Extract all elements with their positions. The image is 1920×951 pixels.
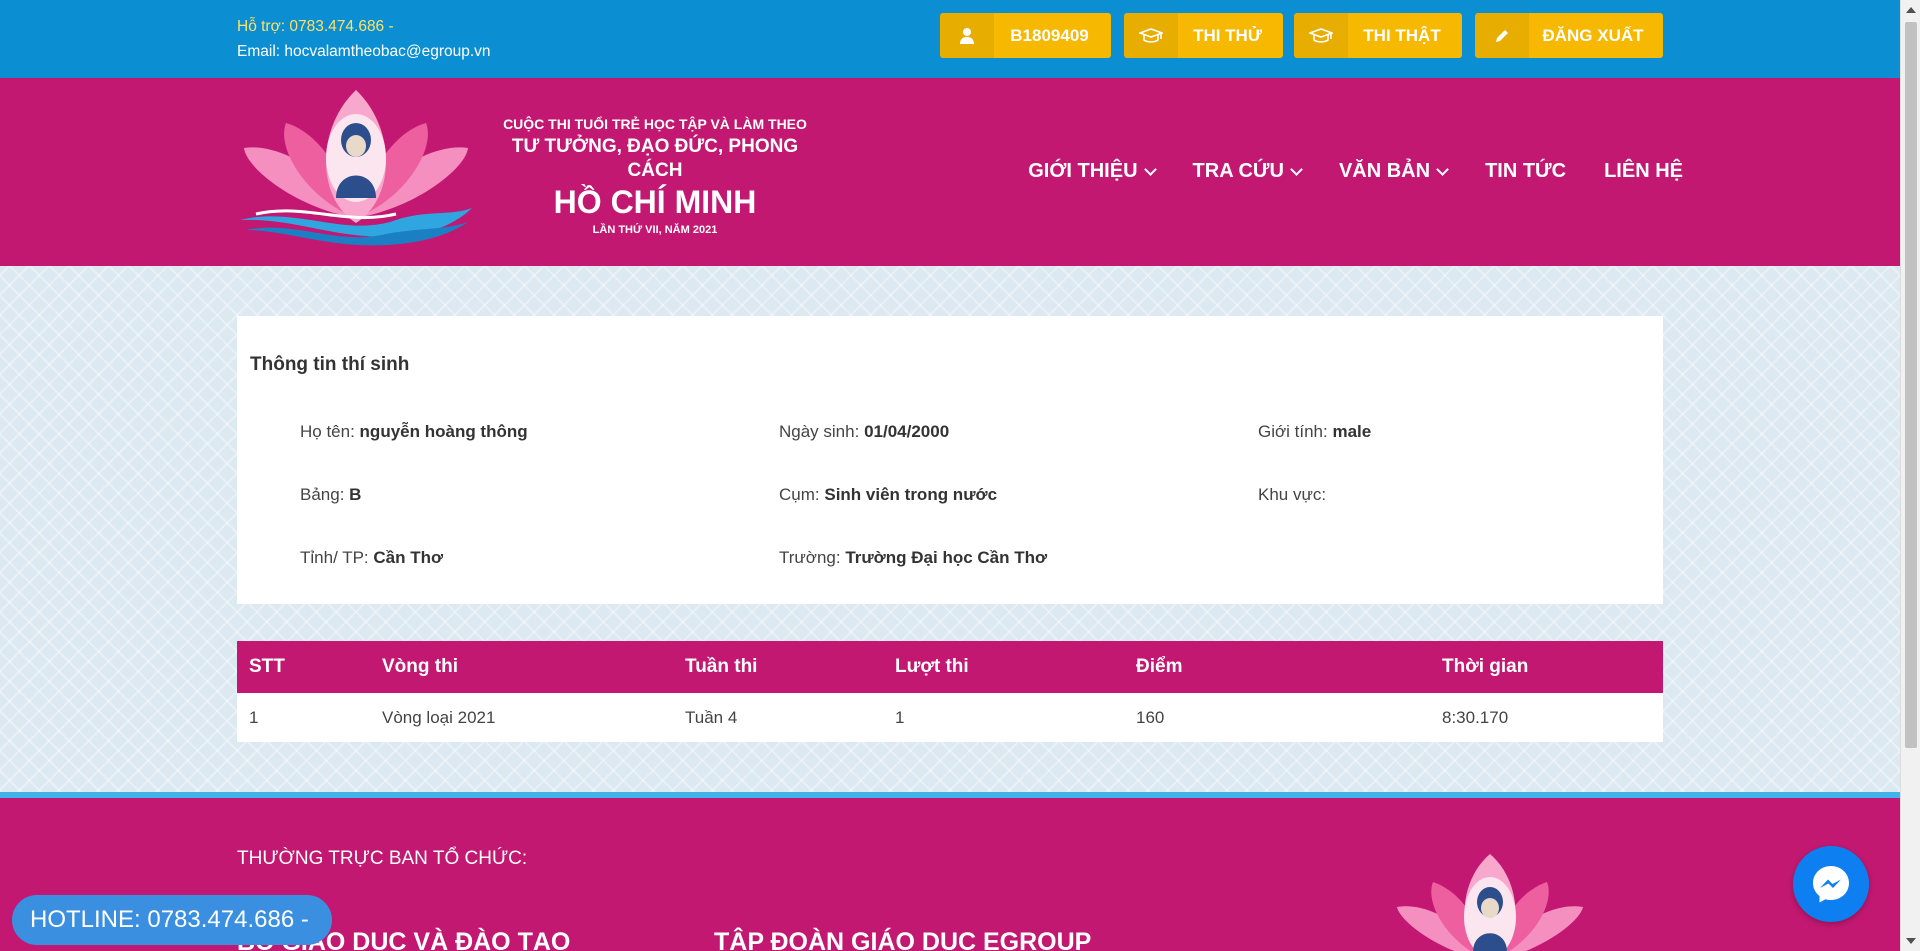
candidate-info-card: Thông tin thí sinh Họ tên: nguyễn hoàng … [237, 316, 1663, 604]
chevron-down-icon [1143, 162, 1157, 176]
contest-logo[interactable] [236, 88, 476, 248]
field-province-label: Tỉnh/ TP: [300, 548, 369, 567]
field-province: Tỉnh/ TP: Cần Thơ [300, 548, 443, 568]
graduation-cap-icon [1124, 13, 1178, 58]
table-row: 1 Vòng loại 2021 Tuần 4 1 160 8:30.170 [237, 693, 1663, 742]
table-cell: 8:30.170 [1442, 707, 1509, 727]
table-cell: 1 [895, 707, 905, 727]
nav-item-contact[interactable]: LIÊN HỆ [1604, 160, 1683, 183]
column-header: Vòng thi [382, 656, 458, 677]
real-exam-button[interactable]: THI THẬT [1294, 13, 1462, 58]
table-cell: 1 [249, 707, 259, 727]
column-header: Điểm [1136, 656, 1183, 677]
standing-committee-heading: THƯỜNG TRỰC BAN TỔ CHỨC: [237, 848, 528, 869]
table-cell: Tuần 4 [685, 707, 738, 727]
main-nav: GIỚI THIỆU TRA CỨU VĂN BẢN TIN TỨC LIÊN … [1028, 160, 1683, 183]
field-cluster-value: Sinh viên trong nước [824, 485, 998, 504]
organizer-egroup: TẬP ĐOÀN GIÁO DỤC EGROUP [714, 928, 1092, 951]
logout-button[interactable]: ĐĂNG XUẤT [1475, 13, 1663, 58]
scroll-down-arrow-icon[interactable] [1906, 938, 1916, 944]
contest-title: CUỘC THI TUỔI TRẺ HỌC TẬP VÀ LÀM THEO TƯ… [490, 115, 820, 237]
field-dob-label: Ngày sinh: [779, 422, 860, 441]
graduation-cap-icon [1294, 13, 1348, 58]
support-phone: Hỗ trợ: 0783.474.686 - [237, 18, 394, 35]
nav-item-news-label: TIN TỨC [1485, 160, 1567, 182]
field-cluster: Cụm: Sinh viên trong nước [779, 485, 997, 505]
nav-item-intro[interactable]: GIỚI THIỆU [1028, 160, 1157, 183]
messenger-button[interactable] [1793, 846, 1869, 922]
column-header: Thời gian [1442, 656, 1529, 677]
scrollbar-thumb[interactable] [1905, 22, 1917, 748]
field-school-value: Trường Đại học Cần Thơ [845, 548, 1048, 567]
nav-item-docs[interactable]: VĂN BẢN [1338, 160, 1449, 183]
field-name-value: nguyễn hoàng thông [359, 422, 528, 441]
support-email: Email: hocvalamtheobac@egroup.vn [237, 43, 491, 60]
field-school: Trường: Trường Đại học Cần Thơ [779, 548, 1047, 568]
table-cell: Vòng loại 2021 [382, 707, 496, 727]
messenger-icon [1813, 866, 1849, 903]
page-scrollbar[interactable] [1900, 0, 1920, 951]
real-exam-label: THI THẬT [1363, 25, 1441, 45]
field-board-label: Bảng: [300, 485, 345, 504]
scroll-up-arrow-icon[interactable] [1906, 7, 1916, 13]
nav-item-contact-label: LIÊN HỆ [1604, 160, 1683, 182]
chevron-down-icon [1436, 162, 1449, 176]
field-dob: Ngày sinh: 01/04/2000 [779, 422, 949, 442]
practice-exam-button[interactable]: THI THỬ [1124, 13, 1283, 58]
chevron-down-icon [1290, 162, 1303, 176]
field-gender-label: Giới tính: [1258, 422, 1328, 441]
pencil-icon [1475, 13, 1529, 58]
field-gender-value: male [1332, 422, 1372, 441]
field-cluster-label: Cụm: [779, 485, 820, 504]
title-line-3: HỒ CHÍ MINH [553, 184, 757, 220]
field-gender: Giới tính: male [1258, 422, 1371, 442]
table-header: STT Vòng thi Tuần thi Lượt thi Điểm Thời… [237, 641, 1663, 693]
candidate-info-heading: Thông tin thí sinh [250, 354, 410, 375]
field-school-label: Trường: [779, 548, 841, 567]
logout-label: ĐĂNG XUẤT [1542, 25, 1644, 45]
user-icon [940, 13, 994, 58]
practice-exam-label: THI THỬ [1193, 25, 1262, 45]
table-cell: 160 [1136, 707, 1165, 727]
field-region-label: Khu vực: [1258, 485, 1327, 504]
field-board: Bảng: B [300, 485, 361, 505]
column-header: Lượt thi [895, 656, 969, 677]
nav-item-news[interactable]: TIN TỨC [1485, 160, 1566, 183]
nav-item-lookup-label: TRA CỨU [1192, 160, 1284, 182]
hotline-button[interactable]: HOTLINE: 0783.474.686 - [12, 895, 332, 945]
footer-logo [1385, 852, 1595, 951]
column-header: STT [249, 656, 285, 677]
field-name: Họ tên: nguyễn hoàng thông [300, 422, 528, 442]
title-line-4: LẦN THỨ VII, NĂM 2021 [592, 224, 718, 236]
field-region: Khu vực: [1258, 485, 1326, 505]
user-button-label: B1809409 [1010, 25, 1089, 45]
results-table: STT Vòng thi Tuần thi Lượt thi Điểm Thời… [237, 641, 1663, 742]
field-board-value: B [349, 485, 362, 504]
support-info: Hỗ trợ: 0783.474.686 - Email: hocvalamth… [237, 14, 491, 64]
field-dob-value: 01/04/2000 [864, 422, 950, 441]
column-header: Tuần thi [685, 656, 758, 677]
nav-item-lookup[interactable]: TRA CỨU [1192, 160, 1303, 183]
nav-item-docs-label: VĂN BẢN [1338, 160, 1431, 182]
nav-item-intro-label: GIỚI THIỆU [1028, 160, 1138, 182]
field-name-label: Họ tên: [300, 422, 355, 441]
field-province-value: Cần Thơ [373, 548, 444, 567]
title-line-1: CUỘC THI TUỔI TRẺ HỌC TẬP VÀ LÀM THEO [503, 116, 807, 132]
title-line-2: TƯ TƯỞNG, ĐẠO ĐỨC, PHONG CÁCH [511, 136, 799, 181]
user-button[interactable]: B1809409 [940, 13, 1111, 58]
